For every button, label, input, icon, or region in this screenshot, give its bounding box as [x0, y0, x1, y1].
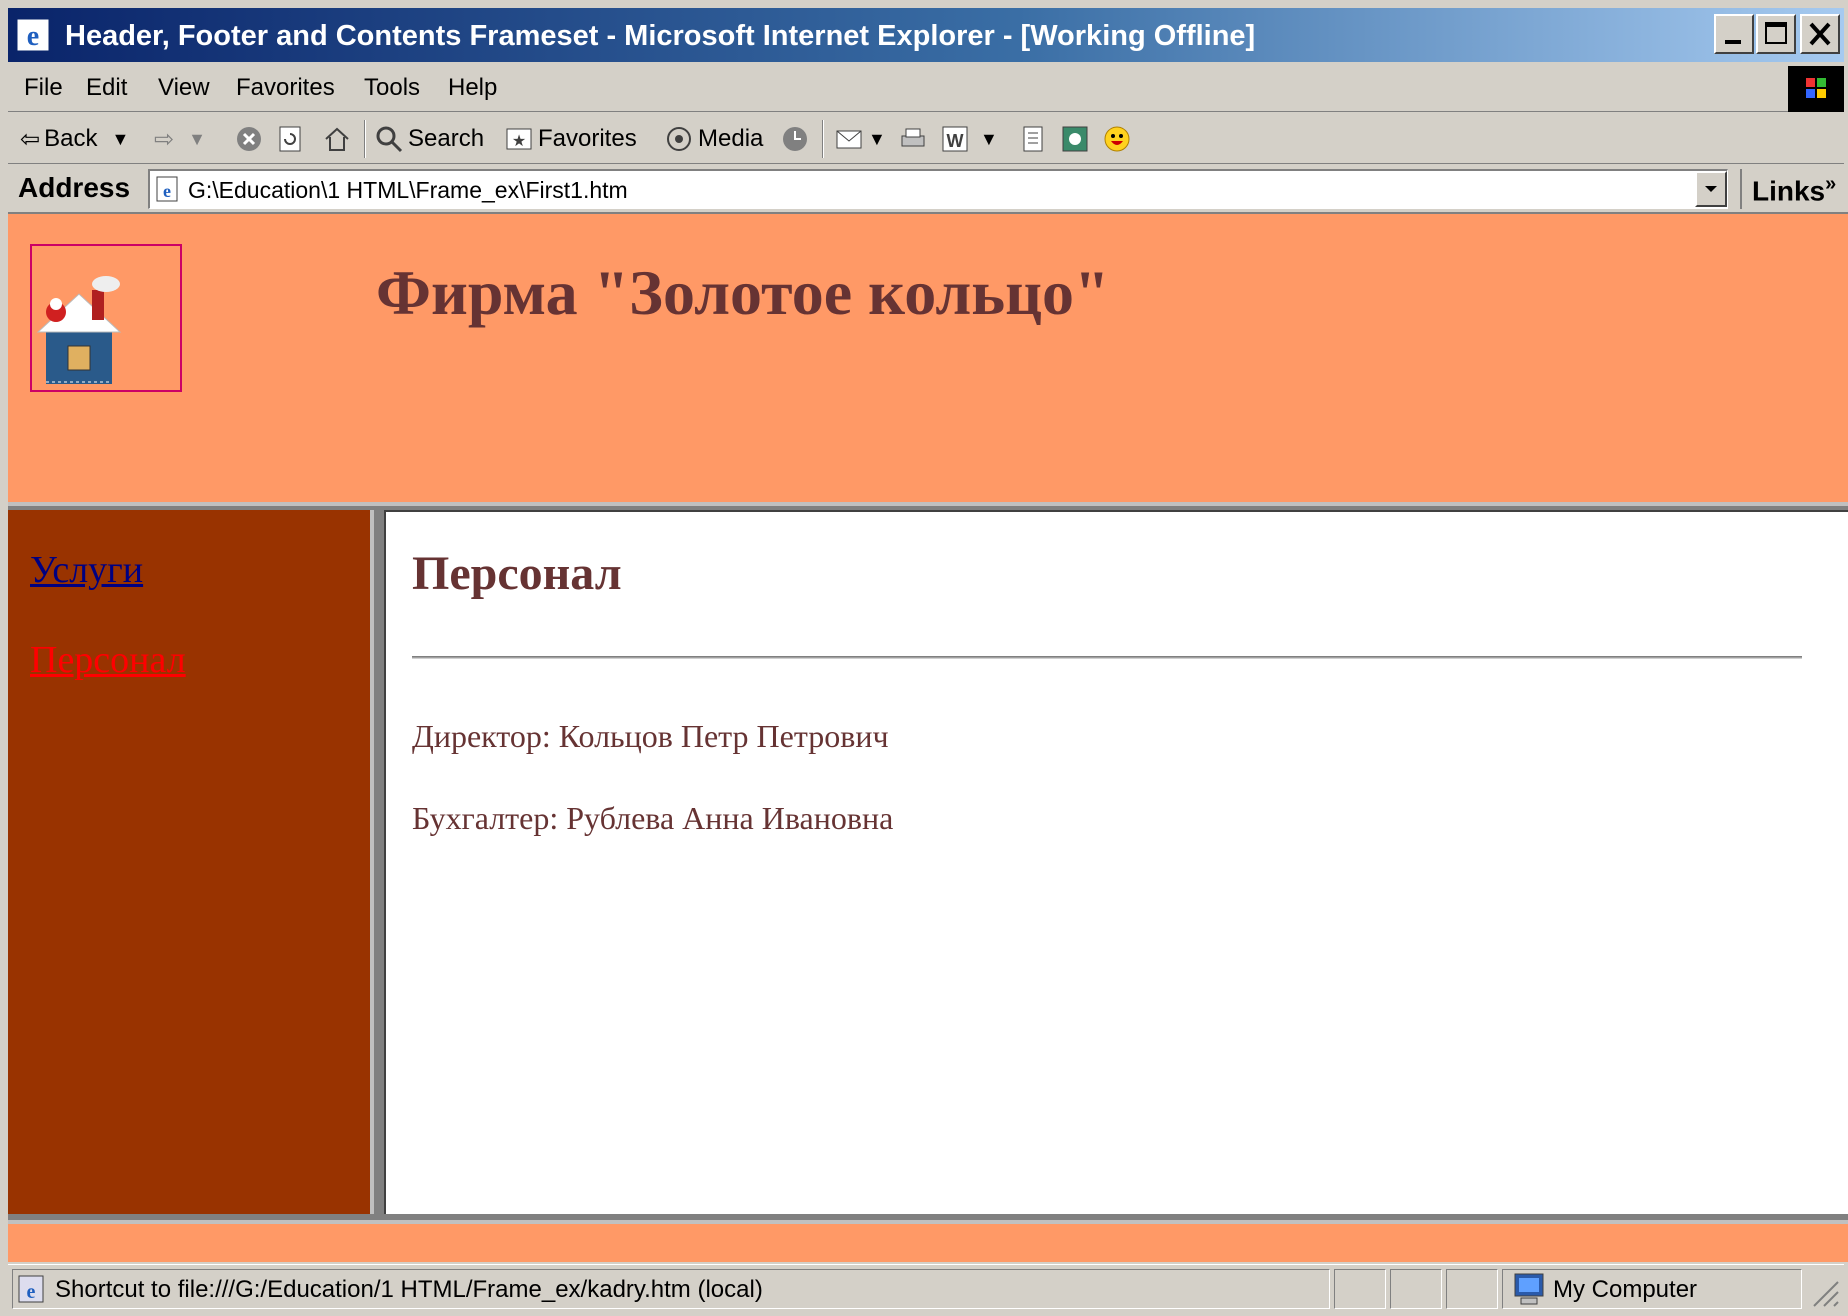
computer-icon	[1514, 1273, 1544, 1305]
search-label: Search	[408, 125, 485, 152]
edit-button[interactable]: W ▼	[940, 122, 998, 156]
svg-text:e: e	[27, 21, 39, 52]
menu-bar: File Edit View Favorites Tools Help	[8, 66, 1844, 112]
svg-text:e: e	[163, 181, 171, 201]
back-arrow-icon: ⇦	[20, 125, 41, 153]
menu-edit[interactable]: Edit	[86, 74, 127, 102]
menu-favorites[interactable]: Favorites	[236, 74, 335, 102]
horizontal-rule	[412, 656, 1802, 659]
status-cell	[1334, 1269, 1386, 1309]
forward-dropdown-icon[interactable]: ▼	[188, 129, 206, 150]
history-button[interactable]	[780, 122, 810, 156]
address-bar: Address e G:\Education\1 HTML\Frame_ex\F…	[8, 166, 1844, 212]
history-icon	[783, 127, 807, 151]
page-heading: Персонал	[412, 547, 622, 600]
browser-window: e Header, Footer and Contents Frameset -…	[0, 0, 1848, 1316]
refresh-button[interactable]	[276, 122, 306, 156]
security-zone: My Computer	[1502, 1269, 1802, 1309]
maximize-icon	[1765, 22, 1787, 44]
company-logo	[30, 244, 182, 392]
footer-frame	[8, 1220, 1848, 1262]
snow-house-icon	[36, 276, 122, 384]
svg-text:e: e	[27, 1281, 36, 1303]
media-icon	[667, 127, 691, 151]
svg-text:★: ★	[512, 133, 526, 150]
nav-link-staff[interactable]: Персонал	[30, 638, 186, 682]
menu-file[interactable]: File	[24, 74, 63, 102]
back-label: Back	[44, 125, 98, 152]
ie-logo-icon: e	[16, 18, 50, 52]
resize-grip-icon[interactable]	[1806, 1274, 1840, 1308]
favorites-button[interactable]: ★ Favorites	[504, 122, 637, 156]
address-value: G:\Education\1 HTML\Frame_ex\First1.htm	[188, 177, 628, 203]
minimize-button[interactable]	[1714, 14, 1754, 54]
minimize-icon	[1725, 40, 1741, 44]
smiley-icon	[1104, 126, 1130, 152]
links-button[interactable]: Links»	[1740, 169, 1844, 209]
stop-button[interactable]	[234, 122, 264, 156]
refresh-icon	[279, 126, 301, 152]
zone-label: My Computer	[1553, 1276, 1698, 1303]
search-icon	[376, 126, 403, 153]
toolbar-separator	[364, 120, 366, 158]
address-dropdown-button[interactable]	[1695, 171, 1727, 207]
back-button[interactable]: ⇦ Back ▼	[20, 122, 129, 156]
menu-help[interactable]: Help	[448, 74, 497, 102]
links-label: Links	[1752, 175, 1826, 207]
company-title: Фирма "Золотое кольцо"	[376, 257, 1110, 328]
print-button[interactable]	[898, 122, 928, 156]
messenger-icon	[1062, 126, 1088, 152]
search-button[interactable]: Search	[374, 122, 484, 156]
print-icon	[901, 128, 925, 147]
favorites-icon: ★	[506, 128, 532, 150]
back-dropdown-icon[interactable]: ▼	[111, 129, 129, 150]
close-button[interactable]	[1800, 14, 1840, 54]
status-cell	[1390, 1269, 1442, 1309]
status-bar: e Shortcut to file:///G:/Education/1 HTM…	[8, 1264, 1844, 1312]
title-bar[interactable]: e Header, Footer and Contents Frameset -…	[8, 8, 1844, 62]
word-edit-icon: W	[942, 126, 968, 152]
staff-line: Бухгалтер: Рублева Анна Ивановна	[412, 800, 894, 836]
media-label: Media	[698, 125, 764, 152]
svg-text:W: W	[947, 131, 964, 151]
menu-view[interactable]: View	[158, 74, 210, 102]
standard-toolbar: ⇦ Back ▼ ⇨ ▼ Search ★ Favorites Media ▼ …	[8, 114, 1844, 164]
menu-tools[interactable]: Tools	[364, 74, 420, 102]
media-button[interactable]: Media	[664, 122, 763, 156]
nav-frame: Услуги Персонал	[8, 510, 374, 1214]
status-cell	[1446, 1269, 1498, 1309]
page-icon: e	[156, 176, 178, 202]
discuss-icon	[1023, 126, 1043, 152]
mail-button[interactable]: ▼	[834, 122, 886, 156]
page-viewport: Фирма "Золотое кольцо" Услуги Персонал П…	[8, 212, 1848, 1262]
chevron-right-icon: »	[1825, 173, 1837, 195]
main-frame: Персонал Директор: Кольцов Петр Петрович…	[384, 510, 1848, 1214]
status-panel: e Shortcut to file:///G:/Education/1 HTM…	[12, 1269, 1330, 1309]
address-input[interactable]: e G:\Education\1 HTML\Frame_ex\First1.ht…	[148, 169, 1728, 209]
home-icon	[325, 127, 349, 151]
edit-dropdown-icon[interactable]: ▼	[980, 129, 998, 150]
favorites-label: Favorites	[538, 125, 637, 152]
chevron-down-icon	[1705, 186, 1717, 192]
staff-line: Директор: Кольцов Петр Петрович	[412, 718, 889, 754]
ie-page-icon: e	[18, 1275, 44, 1303]
windows-logo-icon	[1788, 66, 1844, 112]
mail-icon	[836, 130, 862, 149]
header-frame: Фирма "Золотое кольцо"	[8, 214, 1848, 506]
stop-icon	[237, 127, 261, 151]
toolbar-separator	[822, 120, 824, 158]
window-title: Header, Footer and Contents Frameset - M…	[65, 20, 1256, 52]
home-button[interactable]	[322, 122, 352, 156]
nav-link-services[interactable]: Услуги	[30, 548, 143, 592]
maximize-button[interactable]	[1756, 14, 1796, 54]
discuss-button[interactable]	[1018, 122, 1048, 156]
smiley-button[interactable]	[1102, 122, 1132, 156]
mail-dropdown-icon[interactable]: ▼	[868, 129, 886, 150]
status-text: Shortcut to file:///G:/Education/1 HTML/…	[55, 1276, 763, 1303]
address-label: Address	[18, 172, 131, 203]
forward-button[interactable]: ⇨ ▼	[154, 122, 206, 156]
messenger-button[interactable]	[1060, 122, 1090, 156]
close-icon	[1809, 22, 1831, 46]
forward-arrow-icon: ⇨	[154, 125, 175, 153]
